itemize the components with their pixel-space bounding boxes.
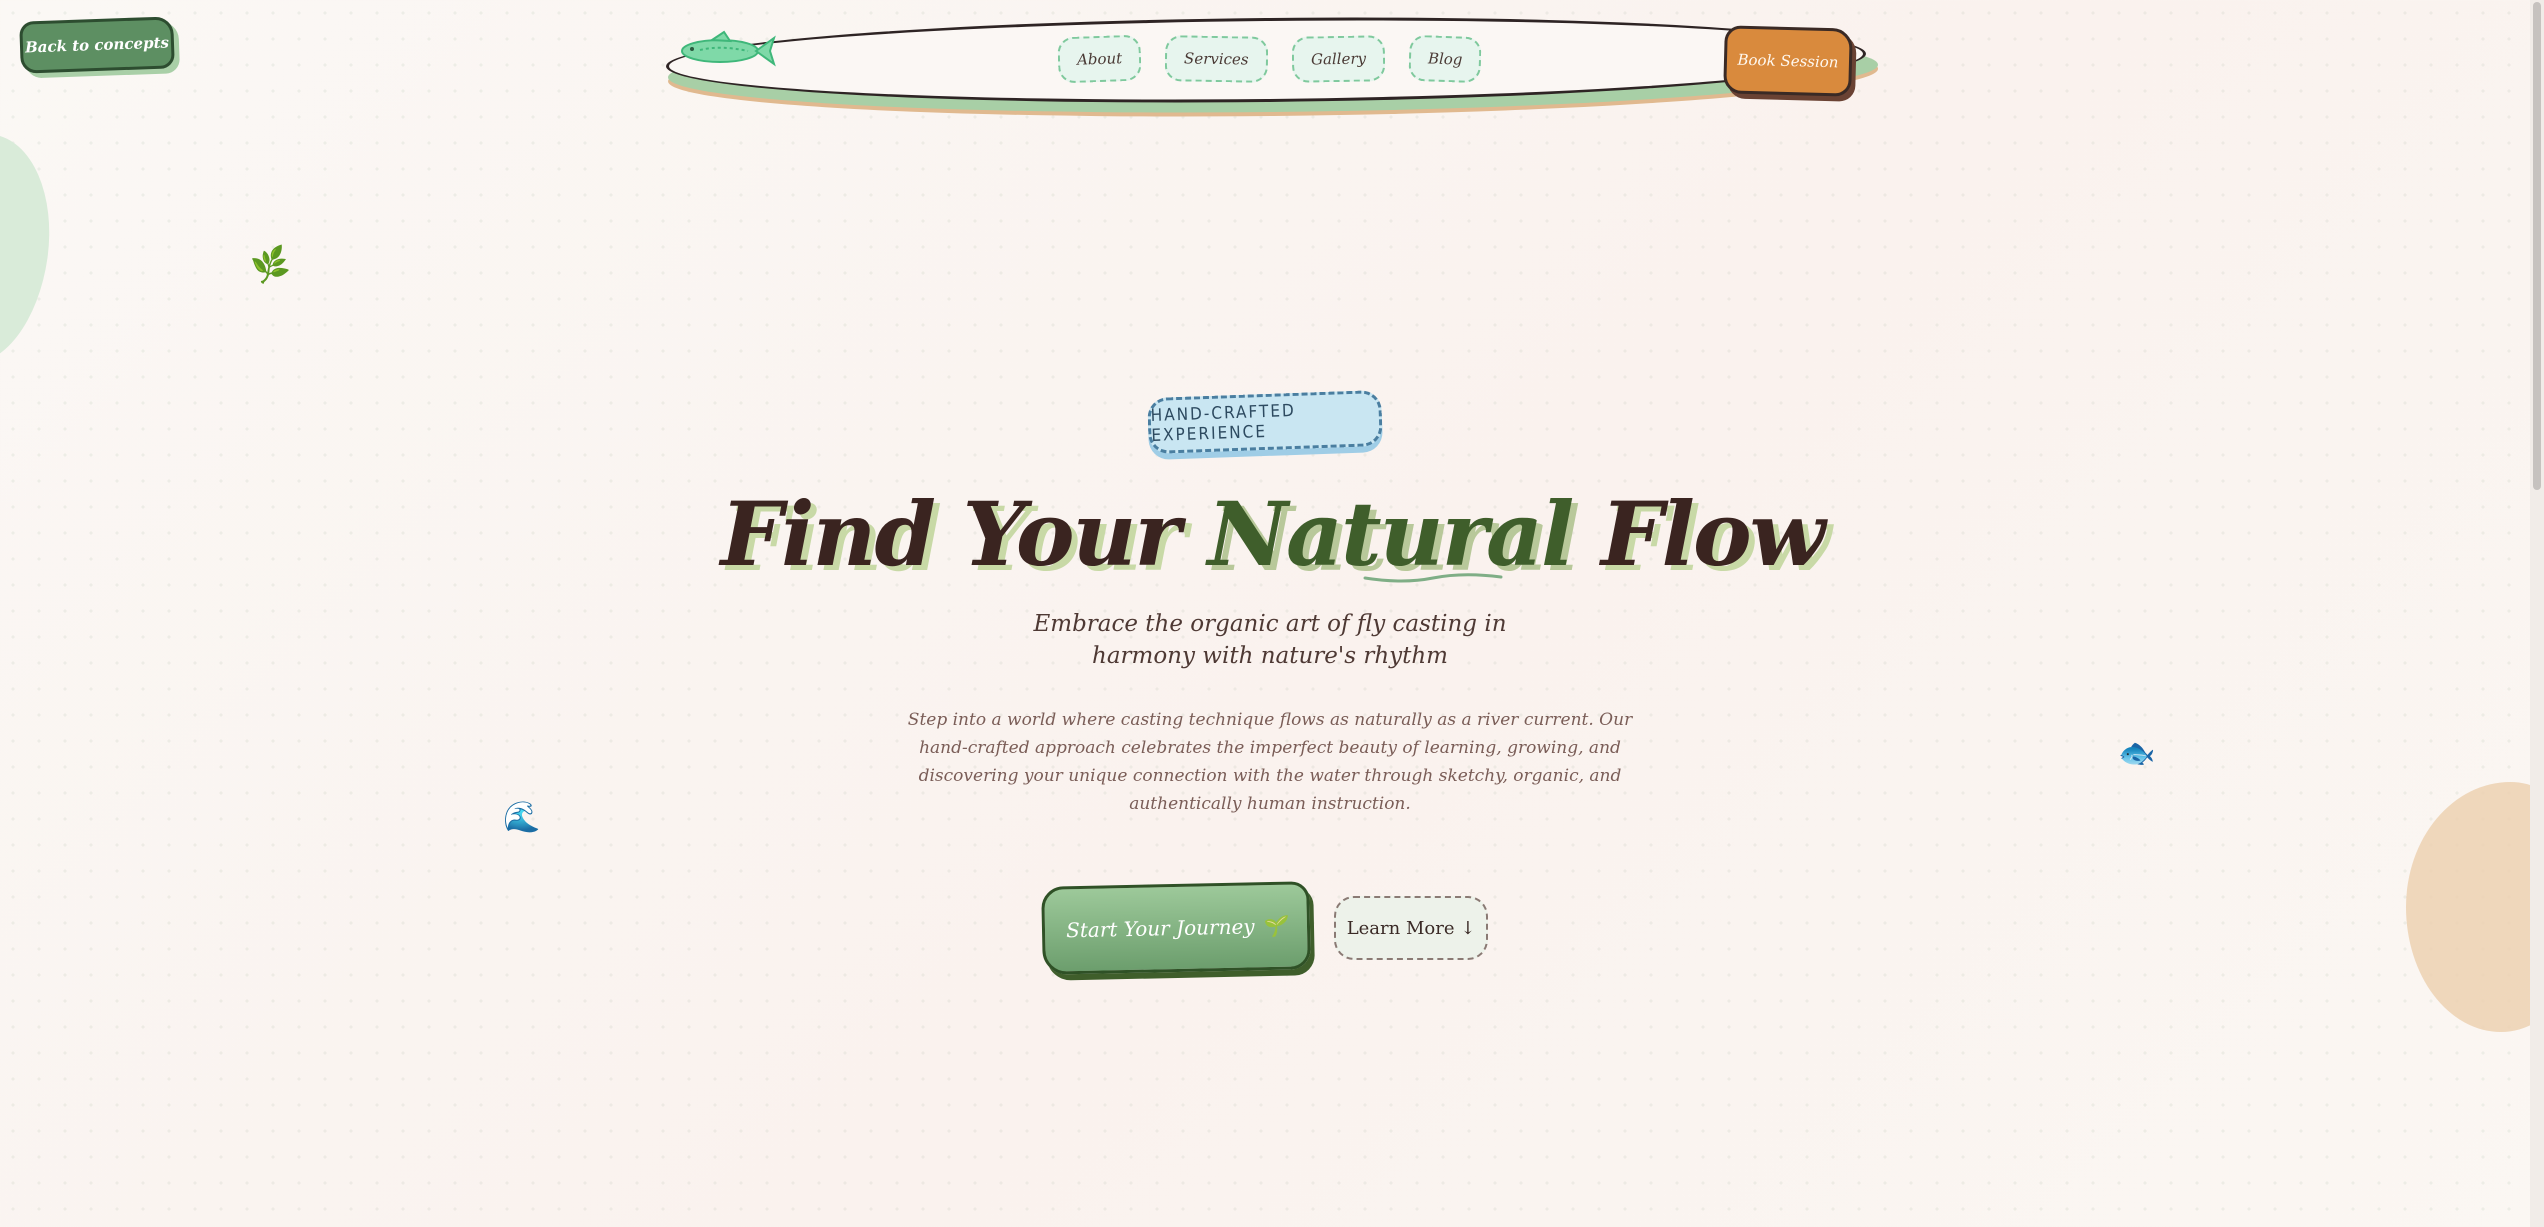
vertical-scrollbar[interactable] [2530, 0, 2544, 1227]
trout-fish-icon[interactable] [672, 30, 776, 72]
scrollbar-thumb[interactable] [2533, 2, 2541, 490]
nav-link-blog[interactable]: Blog [1408, 34, 1483, 84]
headline-underline [1363, 573, 1503, 583]
nav-link-gallery[interactable]: Gallery [1291, 35, 1386, 83]
headline-flow: Flow [1572, 482, 1825, 586]
headline-natural: Natural [1207, 482, 1575, 586]
book-session-button[interactable]: Book Session [1723, 25, 1853, 97]
hero-body-text: Step into a world where casting techniqu… [907, 710, 1633, 814]
nav-link-about[interactable]: About [1057, 34, 1142, 84]
headline-find-your: Find Your [720, 482, 1208, 586]
hero-headline: Find Your Natural Flow [0, 482, 2544, 602]
hero-subtitle: Embrace the organic art of fly casting i… [1033, 611, 1507, 669]
wave-icon: 🌊 [503, 800, 541, 835]
learn-more-button[interactable]: Learn More ↓ [1334, 896, 1488, 960]
back-to-concepts-button[interactable]: Back to concepts [19, 16, 175, 74]
fish-icon: 🐟 [2118, 736, 2156, 771]
nav-links: About Services Gallery Blog [1057, 34, 1483, 84]
decorative-blob-left [0, 127, 64, 373]
hand-crafted-tag: HAND-CRAFTED EXPERIENCE [1147, 389, 1383, 455]
start-journey-button[interactable]: Start Your Journey 🌱 [1041, 881, 1311, 975]
nav-link-services[interactable]: Services [1164, 35, 1269, 83]
decorative-blob-right [2406, 782, 2544, 1032]
leaf-icon: 🌿 [248, 243, 294, 288]
